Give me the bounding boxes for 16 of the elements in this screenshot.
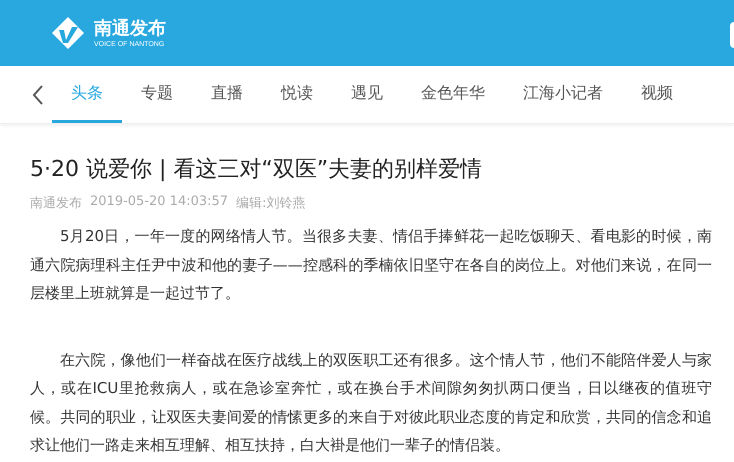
- nav-tab[interactable]: 江海小记者: [504, 66, 622, 123]
- nav-tab[interactable]: 直播: [192, 66, 262, 123]
- article-title: 5·20 说爱你 | 看这三对“双医”夫妻的别样爱情: [30, 156, 484, 184]
- logo-title: 南通发布: [94, 18, 166, 40]
- nav-tab[interactable]: 遇见: [332, 66, 402, 123]
- article-paragraph: 在六院，像他们一样奋战在医疗战线上的双医职工还有很多。这个情人节，他们不能陪伴爱人与家人，或在ICU里抢救病人，或在急诊室奔忙，或在换台手术间隙匆匆扒两口便当，日以继夜的值班守候。共同的职业，让双医夫妻间爱的情愫更多的来自于对彼此职业态度的肯定和欣赏，共同的信念和追求让他们一路走来相互理解、相互扶持，白大褂是他们一辈子的情侣装。: [30, 350, 712, 456]
- nav-tab[interactable]: 专题: [122, 66, 192, 123]
- article-editor: 编辑:刘铃燕: [236, 195, 306, 212]
- chevron-left-icon: [32, 84, 44, 104]
- nav-tab[interactable]: 悦读: [262, 66, 332, 123]
- nav-tab[interactable]: 金色年华: [402, 66, 504, 123]
- article-source: 南通发布: [30, 195, 82, 212]
- logo-icon: [50, 15, 86, 51]
- article-time: 2019-05-20 14:03:57: [90, 194, 228, 211]
- nav-tab[interactable]: 视频: [622, 66, 692, 123]
- article-paragraph: 5月20日，一年一度的网络情人节。当很多夫妻、情侣手捧鲜花一起吃饭聊天、看电影的时候，南通六院病理科主任尹中波和他的妻子——控感科的季楠依旧坚守在各自的岗位上。对他们来说，在同一层楼里上班就算是一起过节了。: [30, 226, 712, 304]
